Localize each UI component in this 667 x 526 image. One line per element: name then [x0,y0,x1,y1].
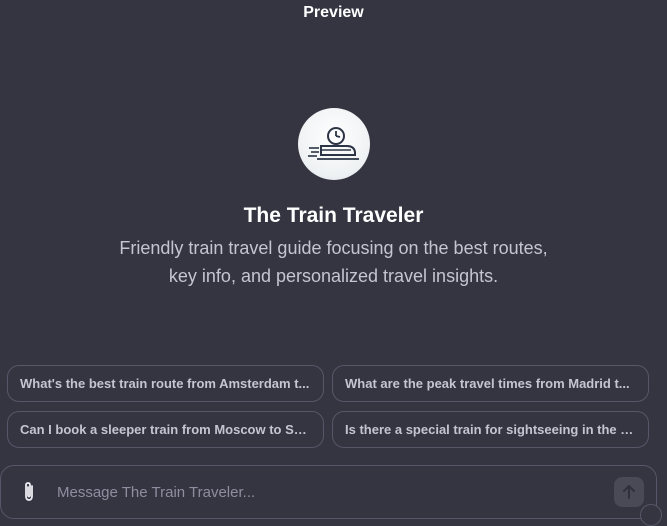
train-clock-icon [307,127,359,160]
gpt-hero: The Train Traveler Friendly train travel… [0,108,667,290]
suggested-prompt-button[interactable]: Is there a special train for sightseeing… [332,411,649,448]
arrow-up-icon [623,485,635,499]
message-composer [0,465,662,526]
suggested-prompt-button[interactable]: What's the best train route from Amsterd… [7,365,324,402]
message-input[interactable] [55,482,614,502]
preview-title: Preview [303,4,364,21]
send-button[interactable] [614,477,644,507]
suggested-prompt-label: What are the peak travel times from Madr… [345,376,630,391]
suggested-prompt-button[interactable]: What are the peak travel times from Madr… [332,365,649,402]
suggested-prompt-label: Can I book a sleeper train from Moscow t… [20,422,311,437]
suggested-prompt-label: Is there a special train for sightseeing… [345,422,636,437]
suggested-prompt-button[interactable]: Can I book a sleeper train from Moscow t… [7,411,324,448]
gpt-description: Friendly train travel guide focusing on … [119,238,548,286]
suggested-prompts: What's the best train route from Amsterd… [7,365,649,448]
attach-button[interactable] [19,480,39,504]
paperclip-icon [25,482,33,501]
gpt-name: The Train Traveler [243,204,424,227]
suggested-prompt-label: What's the best train route from Amsterd… [20,376,310,391]
gpt-avatar [297,108,370,180]
